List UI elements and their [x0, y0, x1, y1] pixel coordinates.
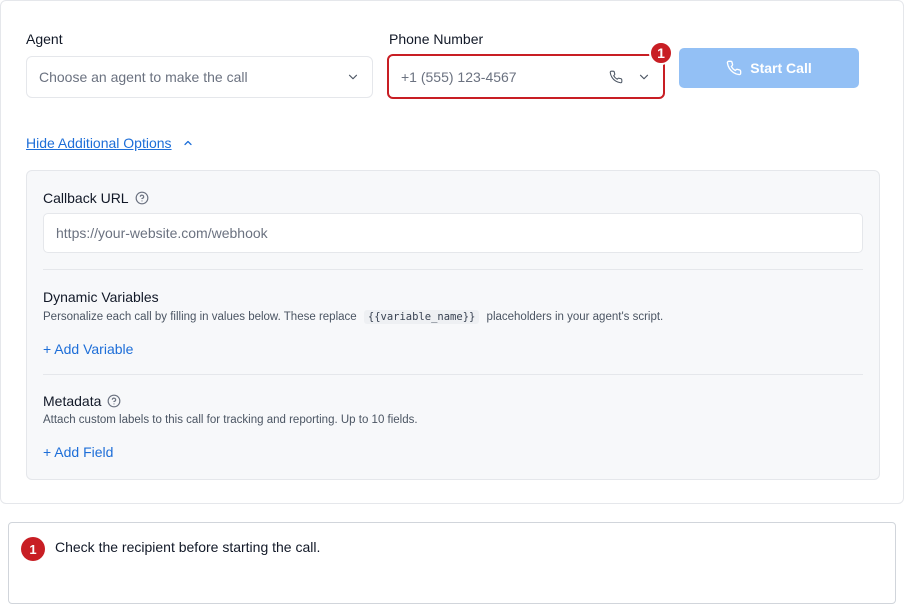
chevron-down-icon	[348, 74, 358, 80]
annotation-badge: 1	[649, 41, 673, 65]
dynamic-variables-description: Personalize each call by filling in valu…	[43, 310, 664, 324]
help-circle-icon[interactable]	[107, 394, 121, 408]
help-circle-icon[interactable]	[135, 191, 149, 205]
callback-url-title: Callback URL	[43, 190, 149, 206]
dynamic-variables-title: Dynamic Variables	[43, 289, 159, 305]
add-variable-link[interactable]: + Add Variable	[43, 341, 133, 357]
agent-label: Agent	[26, 31, 63, 47]
variable-name-code: {{variable_name}}	[363, 310, 480, 324]
agent-select[interactable]: Choose an agent to make the call	[26, 56, 373, 98]
chevron-down-icon	[639, 74, 649, 79]
annotation-note: 1 Check the recipient before starting th…	[8, 522, 896, 604]
phone-number-select[interactable]: +1 (555) 123-4567	[387, 54, 665, 99]
metadata-label: Metadata	[43, 393, 102, 409]
callback-url-label: Callback URL	[43, 190, 129, 206]
hide-options-label: Hide Additional Options	[26, 135, 172, 151]
start-call-button[interactable]: Start Call	[679, 48, 859, 88]
dynamic-variables-desc-before: Personalize each call by filling in valu…	[43, 311, 357, 323]
dynamic-variables-label: Dynamic Variables	[43, 289, 159, 305]
metadata-description: Attach custom labels to this call for tr…	[43, 414, 418, 426]
callback-url-input[interactable]	[43, 213, 863, 253]
phone-icon	[726, 60, 742, 76]
additional-options-panel: Callback URL Dynamic Variables Personali…	[26, 170, 880, 480]
start-call-label: Start Call	[750, 60, 812, 76]
phone-number-label: Phone Number	[389, 31, 484, 47]
note-text: Check the recipient before starting the …	[55, 539, 321, 555]
note-badge: 1	[21, 537, 45, 561]
call-form-card: Agent Choose an agent to make the call P…	[0, 0, 904, 504]
phone-icon	[609, 70, 623, 83]
agent-select-placeholder: Choose an agent to make the call	[39, 69, 248, 85]
metadata-title: Metadata	[43, 393, 121, 409]
chevron-up-icon	[183, 140, 192, 146]
add-field-link[interactable]: + Add Field	[43, 444, 113, 460]
divider	[43, 374, 863, 375]
divider	[43, 269, 863, 270]
hide-options-toggle[interactable]: Hide Additional Options	[26, 135, 194, 151]
phone-number-placeholder: +1 (555) 123-4567	[401, 68, 517, 85]
dynamic-variables-desc-after: placeholders in your agent's script.	[486, 311, 664, 323]
